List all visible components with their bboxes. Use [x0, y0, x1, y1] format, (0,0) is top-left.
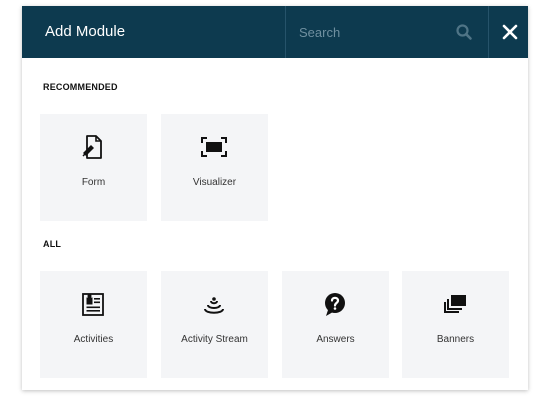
tile-label: Form: [81, 177, 106, 188]
section-label-recommended: RECOMMENDED: [43, 82, 118, 92]
search-input[interactable]: [286, 6, 446, 58]
dialog-title: Add Module: [45, 23, 126, 40]
dialog-header: Add Module: [22, 6, 528, 58]
activities-icon: [82, 293, 104, 316]
activity-stream-icon: [204, 297, 224, 314]
visualizer-icon: [201, 137, 227, 157]
tile-label: Answers: [316, 334, 355, 345]
banners-icon: [444, 295, 466, 313]
module-tile-activity-stream[interactable]: Activity Stream: [161, 271, 268, 378]
add-module-dialog: Add Module RECOMMENDED Form: [22, 6, 528, 390]
tile-label: Banners: [436, 334, 475, 345]
tile-label: Visualizer: [192, 177, 237, 188]
tile-label: Activities: [73, 334, 114, 345]
close-icon[interactable]: [500, 22, 520, 42]
module-tile-form[interactable]: Form: [40, 114, 147, 221]
search-box: [285, 6, 489, 58]
tile-label: Activity Stream: [181, 334, 248, 345]
answers-icon: [325, 293, 345, 316]
section-label-all: ALL: [43, 239, 62, 249]
module-tile-banners[interactable]: Banners: [402, 271, 509, 378]
module-tile-answers[interactable]: Answers: [282, 271, 389, 378]
module-tile-visualizer[interactable]: Visualizer: [161, 114, 268, 221]
module-tile-activities[interactable]: Activities: [40, 271, 147, 378]
form-icon: [82, 135, 102, 159]
search-icon[interactable]: [455, 23, 473, 41]
